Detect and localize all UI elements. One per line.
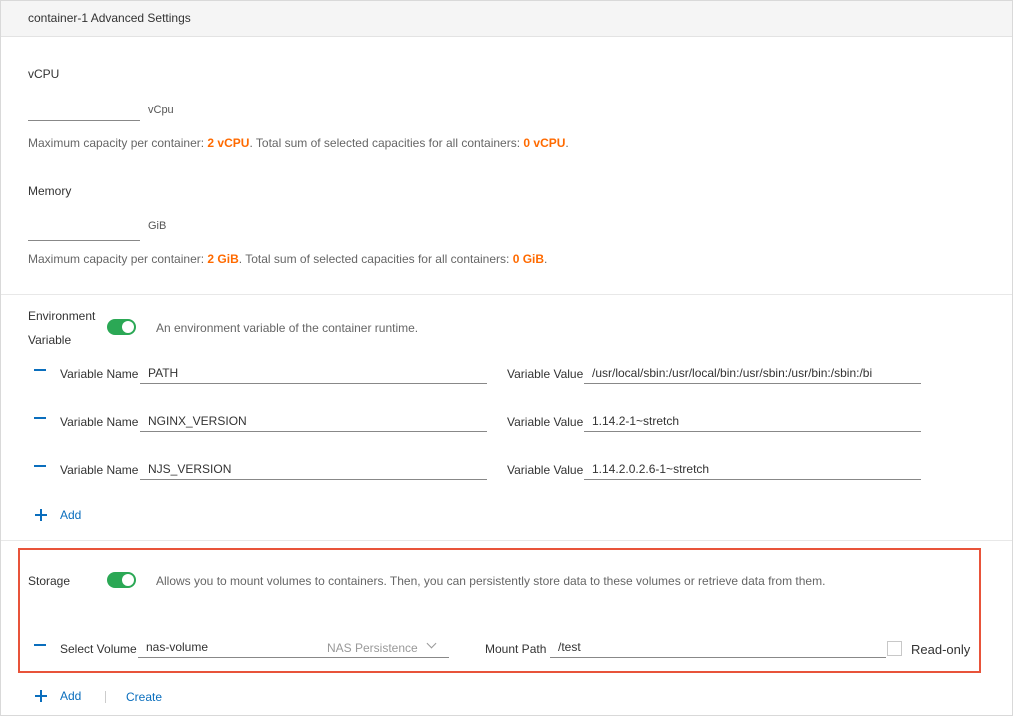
memory-unit: GiB xyxy=(148,220,167,232)
toggle-knob xyxy=(122,321,134,333)
vcpu-unit: vCpu xyxy=(148,104,174,116)
select-volume-label: Select Volume xyxy=(60,642,137,656)
memory-label: Memory xyxy=(28,184,72,198)
variable-name-label: Variable Name xyxy=(60,367,139,381)
mount-path-input[interactable]: /test xyxy=(550,637,886,658)
panel-title: container-1 Advanced Settings xyxy=(28,11,191,25)
variable-value-input[interactable]: 1.14.2-1~stretch xyxy=(584,411,921,432)
remove-env-row-icon[interactable] xyxy=(30,456,50,476)
readonly-label: Read-only xyxy=(911,642,971,657)
toggle-knob xyxy=(122,574,134,586)
mount-path-label: Mount Path xyxy=(485,642,547,656)
variable-value-label: Variable Value xyxy=(507,367,584,381)
variable-name-input[interactable]: NJS_VERSION xyxy=(140,459,487,480)
vcpu-max-capacity: 2 vCPU xyxy=(207,136,250,150)
storage-toggle[interactable] xyxy=(107,572,136,588)
section-divider xyxy=(1,294,1012,295)
memory-capacity-hint: Maximum capacity per container: 2 GiB. T… xyxy=(28,252,547,266)
storage-description: Allows you to mount volumes to container… xyxy=(156,574,826,588)
memory-max-capacity: 2 GiB xyxy=(207,252,239,266)
volume-name: nas-volume xyxy=(146,640,209,654)
variable-value-input[interactable]: 1.14.2.0.2.6-1~stretch xyxy=(584,459,921,480)
vcpu-total-capacity: 0 vCPU xyxy=(523,136,566,150)
memory-hint-suffix: . xyxy=(544,252,548,266)
env-label-line2: Variable xyxy=(28,333,72,347)
add-volume-icon[interactable] xyxy=(34,689,48,703)
vcpu-input[interactable] xyxy=(28,100,140,121)
variable-name-input[interactable]: PATH xyxy=(140,363,487,384)
volume-type-placeholder: NAS Persistence xyxy=(327,641,418,655)
add-env-button[interactable]: Add xyxy=(60,508,81,522)
variable-value-label: Variable Value xyxy=(507,415,584,429)
create-volume-link[interactable]: Create xyxy=(126,690,162,704)
vcpu-hint-prefix: Maximum capacity per container: xyxy=(28,136,205,150)
vcpu-hint-middle: . Total sum of selected capacities for a… xyxy=(249,136,521,150)
storage-label: Storage xyxy=(28,574,71,588)
variable-name-label: Variable Name xyxy=(60,463,139,477)
link-separator xyxy=(105,691,106,703)
vcpu-hint-suffix: . xyxy=(565,136,569,150)
vcpu-label: vCPU xyxy=(28,67,60,81)
add-env-icon[interactable] xyxy=(34,508,48,522)
variable-name-label: Variable Name xyxy=(60,415,139,429)
memory-input[interactable] xyxy=(28,220,140,241)
env-label-line1: Environment xyxy=(28,309,96,323)
variable-value-label: Variable Value xyxy=(507,463,584,477)
section-divider xyxy=(1,540,1012,541)
readonly-checkbox[interactable] xyxy=(887,641,902,656)
env-toggle[interactable] xyxy=(107,319,136,335)
panel-header: container-1 Advanced Settings xyxy=(1,1,1012,37)
env-description: An environment variable of the container… xyxy=(156,321,419,335)
remove-env-row-icon[interactable] xyxy=(30,408,50,428)
variable-value-input[interactable]: /usr/local/sbin:/usr/local/bin:/usr/sbin… xyxy=(584,363,921,384)
vcpu-capacity-hint: Maximum capacity per container: 2 vCPU. … xyxy=(28,136,569,150)
remove-env-row-icon[interactable] xyxy=(30,360,50,380)
memory-total-capacity: 0 GiB xyxy=(512,252,545,266)
remove-volume-icon[interactable] xyxy=(30,635,50,655)
memory-hint-middle: . Total sum of selected capacities for a… xyxy=(238,252,510,266)
add-volume-button[interactable]: Add xyxy=(60,689,81,703)
variable-name-input[interactable]: NGINX_VERSION xyxy=(140,411,487,432)
memory-hint-prefix: Maximum capacity per container: xyxy=(28,252,205,266)
